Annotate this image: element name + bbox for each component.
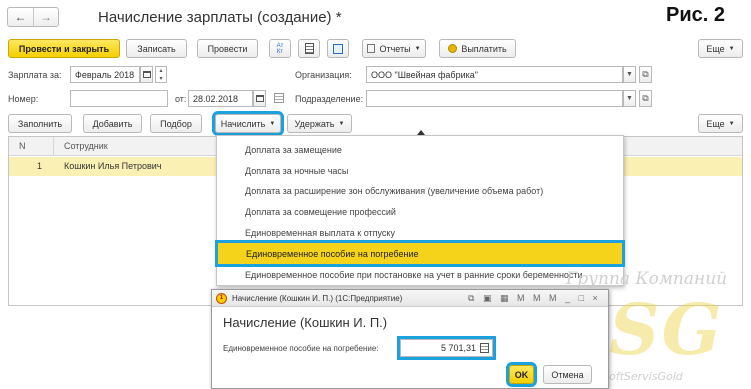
menu-item-substitution[interactable]: Доплата за замещение	[217, 139, 623, 160]
accrual-dialog: 1 Начисление (Кошкин И. П.) (1С:Предприя…	[211, 289, 609, 389]
number-field[interactable]	[70, 90, 168, 107]
row-number: 1	[37, 161, 43, 171]
table-more-button[interactable]: Еще ▼	[698, 114, 743, 133]
nav-back-forward: ← →	[7, 7, 59, 27]
pay-label: Выплатить	[461, 43, 507, 54]
more-button[interactable]: Еще ▼	[698, 39, 743, 58]
accrue-label: Начислить	[220, 118, 266, 129]
chevron-down-icon: ▼	[728, 45, 735, 52]
calculator-icon[interactable]	[480, 343, 489, 353]
figure-label: Рис. 2	[666, 4, 725, 26]
coin-icon	[448, 44, 458, 53]
m-minus-icon[interactable]: M	[549, 293, 560, 303]
structure-button[interactable]	[327, 39, 349, 58]
date-calendar-button[interactable]	[253, 90, 266, 107]
fill-button[interactable]: Заполнить	[8, 114, 72, 133]
chevron-down-icon: ▼	[626, 71, 633, 78]
calendar-icon	[255, 95, 264, 102]
deduct-button[interactable]: Удержать ▼	[287, 114, 352, 133]
menu-item-combination[interactable]: Доплата за совмещение профессий	[217, 201, 623, 222]
calendar-button[interactable]	[140, 66, 153, 83]
row-employee: Кошкин Илья Петрович	[64, 161, 162, 171]
date-label: от:	[175, 94, 187, 104]
comment-icon[interactable]	[274, 93, 284, 103]
pay-button[interactable]: Выплатить	[439, 39, 516, 58]
restore-icon[interactable]: □	[579, 293, 587, 303]
table-more-label: Еще	[706, 118, 725, 129]
accrue-button[interactable]: Начислить ▼	[212, 111, 284, 136]
m-plus-icon[interactable]: M	[533, 293, 544, 303]
reports-icon	[367, 44, 376, 53]
page-title: Начисление зарплаты (создание) *	[98, 9, 342, 26]
chevron-down-icon: ▼	[728, 120, 735, 127]
post-and-close-button[interactable]: Провести и закрыть	[8, 39, 120, 58]
chevron-down-icon: ▼	[626, 95, 633, 102]
more-label: Еще	[706, 43, 725, 54]
allowance-amount-field[interactable]: 5 701,31	[397, 336, 496, 360]
menu-item-service-zone[interactable]: Доплата за расширение зон обслуживания (…	[217, 180, 623, 201]
close-icon[interactable]: ×	[593, 293, 601, 303]
dialog-titlebar: 1 Начисление (Кошкин И. П.) (1С:Предприя…	[212, 290, 608, 307]
menu-item-funeral-allowance[interactable]: Единовременное пособие на погребение	[215, 240, 625, 267]
dt-kt-button[interactable]: Aт Кт	[269, 39, 291, 58]
dialog-heading: Начисление (Кошкин И. П.)	[223, 315, 388, 330]
forward-button[interactable]: →	[34, 8, 58, 26]
dialog-title: Начисление (Кошкин И. П.) (1С:Предприяти…	[232, 294, 403, 303]
division-field[interactable]	[366, 90, 623, 107]
organization-field[interactable]: ООО "Швейная фабрика"	[366, 66, 623, 83]
save-icon[interactable]: ▣	[483, 293, 495, 303]
dt-kt-icon: Aт Кт	[276, 42, 284, 55]
menu-item-night-hours[interactable]: Доплата за ночные часы	[217, 160, 623, 181]
organization-label: Организация:	[295, 70, 352, 80]
allowance-field-label: Единовременное пособие на погребение:	[223, 344, 379, 353]
organization-open-button[interactable]: ⧉	[639, 66, 652, 83]
allowance-amount-value: 5 701,31	[440, 343, 476, 353]
structure-icon	[333, 43, 343, 54]
column-separator	[53, 137, 54, 156]
chevron-down-icon: ▼	[338, 120, 345, 127]
division-label: Подразделение:	[295, 94, 364, 104]
calendar-icon[interactable]: ▦	[500, 293, 512, 303]
ok-button[interactable]: OK	[506, 362, 537, 387]
division-open-button[interactable]: ⧉	[639, 90, 652, 107]
select-button[interactable]: Подбор	[150, 114, 202, 133]
reports-label: Отчеты	[379, 43, 411, 54]
salary-period-field[interactable]: Февраль 2018	[70, 66, 140, 83]
menu-item-vacation-payment[interactable]: Единовременная выплата к отпуску	[217, 222, 623, 243]
add-button[interactable]: Добавить	[83, 114, 142, 133]
post-button[interactable]: Провести	[197, 39, 258, 58]
division-dropdown-button[interactable]: ▼	[623, 90, 636, 107]
calendar-icon	[142, 71, 151, 78]
reports-button[interactable]: Отчеты ▼	[362, 39, 426, 58]
number-label: Номер:	[8, 94, 39, 104]
organization-dropdown-button[interactable]: ▼	[623, 66, 636, 83]
date-field[interactable]: 28.02.2018	[188, 90, 253, 107]
period-stepper[interactable]: ▴ ▾	[155, 66, 167, 83]
salary-label: Зарплата за:	[8, 70, 62, 80]
m-icon[interactable]: M	[517, 293, 528, 303]
column-n[interactable]: N	[19, 141, 26, 151]
watermark-bottom: SoftServisGold	[602, 370, 683, 383]
accrue-dropdown-menu: Доплата за замещение Доплата за ночные ч…	[215, 135, 625, 286]
list-icon	[304, 43, 314, 54]
app-1c-icon: 1	[216, 293, 227, 304]
minimize-icon[interactable]: _	[565, 293, 573, 303]
write-button[interactable]: Записать	[126, 39, 187, 58]
copy-icon[interactable]: ⧉	[468, 293, 477, 303]
watermark-top: Группа Компаний	[566, 269, 728, 289]
titlebar-buttons: ⧉ ▣ ▦ M M M _ □ ×	[468, 293, 601, 304]
column-employee[interactable]: Сотрудник	[64, 141, 108, 151]
document-list-button[interactable]	[298, 39, 320, 58]
chevron-down-icon: ▼	[414, 45, 421, 52]
deduct-label: Удержать	[294, 118, 335, 129]
open-link-icon: ⧉	[642, 69, 649, 79]
back-button[interactable]: ←	[8, 8, 34, 26]
chevron-down-icon: ▼	[269, 120, 276, 127]
cancel-button[interactable]: Отмена	[543, 365, 592, 384]
open-link-icon: ⧉	[642, 93, 649, 103]
